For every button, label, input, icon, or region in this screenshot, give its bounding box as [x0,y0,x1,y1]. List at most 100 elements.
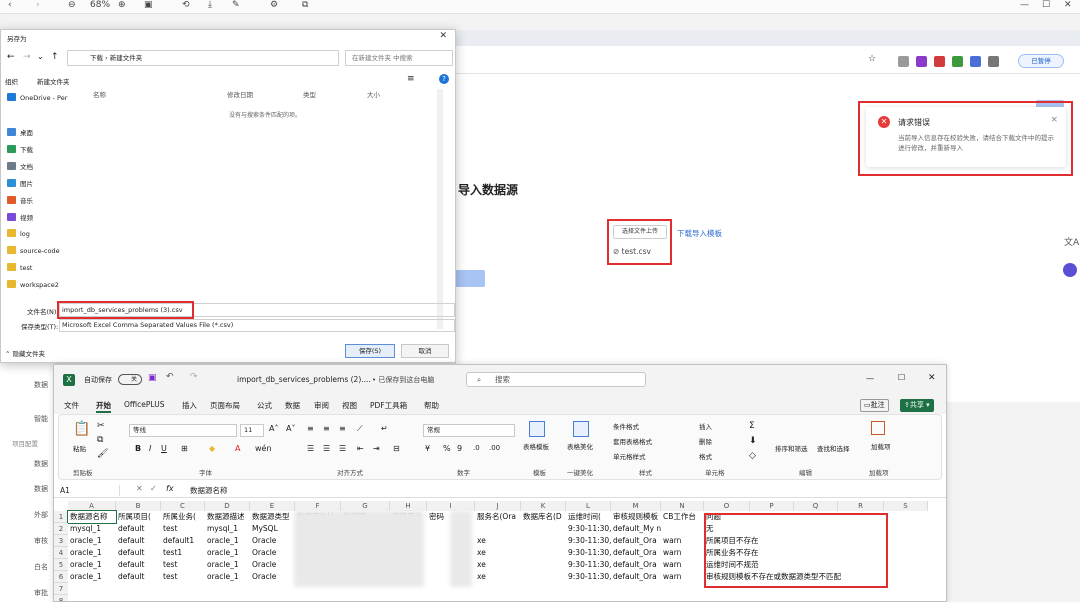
extension-frog-icon[interactable] [952,56,963,67]
align-center-icon[interactable]: ☰ [323,444,330,453]
column-header[interactable]: B [116,501,161,511]
screenshot-icon[interactable]: ⧉ [302,0,308,10]
column-header[interactable]: O [704,501,750,511]
table-cell[interactable]: xe [475,535,521,547]
menu-pdf[interactable]: PDF工具箱 [370,400,407,411]
chevron-down-icon[interactable]: ⌄ [37,52,44,61]
column-header[interactable]: L [566,501,611,511]
table-cell[interactable]: default1 [161,535,205,547]
column-header[interactable]: M [611,501,661,511]
tree-item[interactable]: log [7,229,30,238]
up-icon[interactable]: ↑ [51,52,59,62]
header-cell[interactable]: 数据源描述 [205,511,250,523]
column-header[interactable]: Q [794,501,838,511]
sidebar-item[interactable]: 白名 [34,562,48,572]
header-cell[interactable]: 所属项目( [116,511,161,523]
fill-color-icon[interactable]: ◆ [209,444,215,453]
maximize-icon[interactable]: ☐ [898,373,905,382]
table-cell[interactable]: 9:30-11:30, [566,535,611,547]
assistant-icon[interactable] [1063,263,1077,277]
table-format-button[interactable]: 套用表格格式 [613,436,652,446]
shrink-font-icon[interactable]: A˅ [286,424,295,433]
table-cell[interactable]: Oracle [250,535,295,547]
menu-view[interactable]: 视图 [342,400,357,411]
addin-icon[interactable] [871,421,885,435]
back-icon[interactable]: ← [7,52,15,62]
paste-button[interactable]: 粘贴 [73,443,86,453]
extensions-puzzle-icon[interactable] [988,56,999,67]
align-top-icon[interactable]: ≡ [307,424,314,433]
table-cell[interactable]: 9:30-11:30, [566,559,611,571]
function-icon[interactable]: fx [166,484,174,493]
table-cell[interactable]: oracle_1 [68,535,116,547]
align-left-icon[interactable]: ☰ [307,444,314,453]
table-cell[interactable]: 9:30-11:30, [566,571,611,583]
underline-icon[interactable]: U [161,444,167,453]
tree-item[interactable]: 下载 [7,144,33,154]
undo-icon[interactable]: ↶ [166,372,174,382]
sidebar-item[interactable]: 审批 [34,588,48,598]
row-header[interactable]: 1 [54,511,68,523]
row-header[interactable]: 6 [54,571,68,583]
table-cell[interactable]: MySQL [250,523,295,535]
decrease-decimal-icon[interactable]: .00 [489,444,500,452]
column-header[interactable]: A [68,501,116,511]
tree-item[interactable]: 桌面 [7,127,33,137]
minimize-icon[interactable]: — [866,374,874,383]
comment-button[interactable]: ▭批注 [860,399,889,412]
submit-button[interactable] [455,270,485,287]
bookmark-star-icon[interactable]: ☆ [868,54,876,64]
column-header[interactable]: G [341,501,390,511]
formula-input[interactable]: 数据源名称 [190,485,228,496]
close-icon[interactable]: ✕ [928,373,936,383]
zoom-out-icon[interactable]: ⊖ [68,0,76,10]
table-cell[interactable]: xe [475,559,521,571]
tree-item[interactable]: OneDrive - Per [7,93,67,102]
column-header[interactable]: P [750,501,794,511]
orientation-icon[interactable]: ⟋ [357,424,363,434]
menu-review[interactable]: 审阅 [314,400,329,411]
insert-cells-button[interactable]: 插入 [699,421,712,431]
column-header[interactable]: J [475,501,521,511]
column-header[interactable]: D [205,501,250,511]
column-header[interactable]: 类型 [303,89,316,99]
tree-item[interactable]: workspace2 [7,280,59,289]
menu-formula[interactable]: 公式 [257,400,272,411]
cell-style-button[interactable]: 单元格样式 [613,451,646,461]
tree-item[interactable]: 图片 [7,178,33,188]
table-cell[interactable]: mysql_1 [205,523,250,535]
menu-home[interactable]: 开始 [96,400,111,413]
name-box[interactable]: A1 [60,485,120,496]
tree-item[interactable]: source-code [7,246,60,255]
table-cell[interactable]: oracle_1 [205,535,250,547]
wrap-text-icon[interactable]: ↵ [381,424,388,433]
table-beautify-icon[interactable] [573,421,589,437]
breadcrumb-item[interactable]: 新建文件夹 [110,54,143,62]
table-cell[interactable]: Oracle [250,571,295,583]
table-cell[interactable]: oracle_1 [205,571,250,583]
header-cell[interactable]: 服务名(Ora [475,511,521,523]
rotate-icon[interactable]: ⟲ [182,0,190,10]
table-cell[interactable]: default_My notice [611,523,661,535]
row-header[interactable]: 2 [54,523,68,535]
fill-icon[interactable]: ⬇ [749,436,757,446]
table-cell[interactable]: test [161,571,205,583]
table-cell[interactable]: oracle_1 [205,559,250,571]
upload-button[interactable]: 选择文件上传 [613,225,667,239]
save-button[interactable]: 保存(S) [345,344,395,358]
grow-font-icon[interactable]: A˄ [269,424,278,433]
download-icon[interactable]: ⤓ [208,0,212,10]
extension-badge-icon[interactable] [916,56,927,67]
addin-button[interactable]: 加载项 [871,441,891,451]
row-header[interactable]: 8 [54,595,68,601]
sidebar-item[interactable]: 数据 [34,459,48,469]
tree-item[interactable]: test [7,263,32,272]
table-cell[interactable]: Oracle [250,559,295,571]
clear-icon[interactable]: ◇ [749,451,756,461]
table-cell[interactable]: test [161,523,205,535]
sidebar-item[interactable]: 智能 [34,414,48,424]
column-header[interactable]: N [661,501,704,511]
cut-icon[interactable]: ✂ [97,421,105,431]
sidebar-item[interactable]: 审核 [34,536,48,546]
increase-decimal-icon[interactable]: .0 [473,444,480,452]
